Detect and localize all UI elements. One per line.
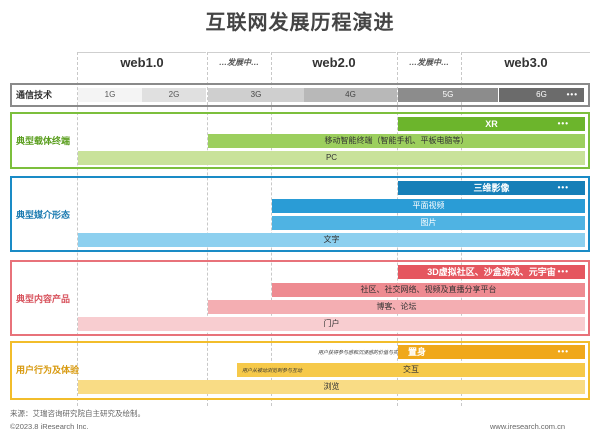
content-metaverse-label: 3D虚拟社区、沙盒游戏、元宇宙: [427, 267, 556, 277]
gen-6g: 6G •••: [499, 88, 584, 102]
page-title: 互联网发展历程演进: [205, 12, 395, 34]
era-web3: web3.0: [462, 52, 590, 72]
era-web1: web1.0: [78, 52, 206, 72]
gen-1g: 1G: [78, 88, 142, 102]
behavior-note-mid: 用户从被动浏览到参与互动: [242, 368, 303, 374]
carrier-mobile-bar: 移动智能终端（智能手机、平板电脑等）: [208, 134, 585, 148]
site-url: www.iresearch.com.cn: [490, 422, 566, 431]
more-dots-icon: •••: [557, 119, 569, 128]
media-3d-bar: 三维影像 •••: [398, 181, 585, 195]
behavior-immerse-bar: 置身 •••: [398, 345, 585, 359]
behavior-immerse-label: 置身: [408, 347, 427, 357]
more-dots-icon: •••: [557, 347, 569, 356]
gen-5g: 5G: [398, 88, 498, 102]
content-metaverse-bar: 3D虚拟社区、沙盒游戏、元宇宙 •••: [398, 265, 585, 279]
carrier-xr-label: XR: [485, 119, 498, 129]
era-developing-2: …发展中…: [398, 52, 460, 72]
carrier-pc-bar: PC: [78, 151, 585, 165]
gen-4g: 4G: [304, 88, 397, 102]
media-3d-label: 三维影像: [473, 183, 510, 193]
gen-3g: 3G: [208, 88, 304, 102]
more-dots-icon: •••: [557, 267, 569, 276]
carrier-label: 典型载体终端: [16, 136, 71, 146]
copyright: ©2023.8 iResearch Inc.: [10, 422, 89, 431]
more-dots-icon: •••: [557, 183, 569, 192]
era-web2: web2.0: [272, 52, 396, 72]
media-label: 典型媒介形态: [16, 210, 71, 220]
content-social-bar: 社区、社交网络、视频及直播分享平台: [272, 283, 585, 297]
carrier-xr-bar: XR •••: [398, 117, 585, 131]
era-developing-1: …发展中…: [208, 52, 270, 72]
behavior-browse-bar: 浏览: [78, 380, 585, 394]
communication-label: 通信技术: [16, 90, 53, 100]
more-dots-icon: •••: [566, 90, 578, 99]
gen-6g-label: 6G: [536, 90, 547, 99]
behavior-label: 用户行为及体验: [16, 365, 80, 375]
content-blog-bar: 博客、论坛: [208, 300, 585, 314]
behavior-note-top: 用户获得参与感和沉浸感的价值与实在对: [318, 350, 409, 356]
gen-2g: 2G: [142, 88, 206, 102]
content-label: 典型内容产品: [16, 294, 71, 304]
media-text-bar: 文字: [78, 233, 585, 247]
content-portal-bar: 门户: [78, 317, 585, 331]
media-image-bar: 图片: [272, 216, 585, 230]
source-note: 来源：艾瑞咨询研究院自主研究及绘制。: [10, 409, 145, 418]
media-video-bar: 平面视频: [272, 199, 585, 213]
